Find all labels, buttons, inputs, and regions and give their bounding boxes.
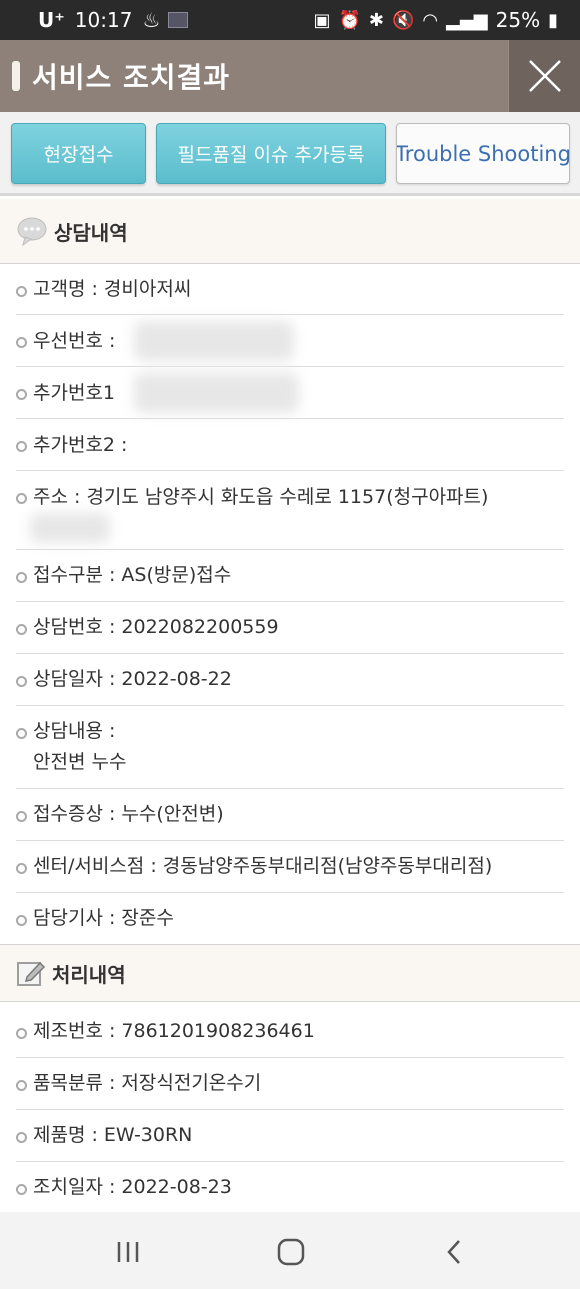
list-item-action-date: 조치일자 : 2022-08-23 (16, 1162, 564, 1212)
back-button[interactable] (434, 1232, 474, 1272)
bullet-icon (16, 1184, 27, 1195)
recent-apps-icon (117, 1242, 139, 1262)
list-item-serial: 제조번호 : 7861201908236461 (16, 1006, 564, 1058)
list-item-extra2: 추가번호2 : (16, 419, 564, 471)
onsite-reception-button[interactable]: 현장접수 (11, 123, 146, 184)
list-item-symptom: 접수증상 : 누수(안전변) (16, 789, 564, 841)
bullet-icon (16, 1028, 27, 1039)
list-item-consult-number: 상담번호 : 2022082200559 (16, 602, 564, 654)
alarm-icon: ⏰ (338, 9, 361, 31)
title-bar: 서비스 조치결과 (0, 40, 580, 112)
consult-number: 상담번호 : 2022082200559 (33, 616, 279, 638)
page-title: 서비스 조치결과 (32, 61, 231, 94)
battery-icon: ▮ (548, 9, 558, 31)
list-item-model: 제품명 : EW-30RN (16, 1110, 564, 1162)
action-date: 조치일자 : 2022-08-23 (33, 1176, 232, 1198)
redacted-phone (134, 321, 294, 361)
bullet-icon (16, 337, 27, 348)
consultation-header-label: 상담내역 (54, 220, 128, 245)
reception-symptom: 접수증상 : 누수(안전변) (33, 803, 224, 825)
list-item-consult-content: 상담내용 : 안전변 누수 (16, 706, 564, 789)
serial-number: 제조번호 : 7861201908236461 (33, 1020, 315, 1042)
bullet-icon (16, 493, 27, 504)
list-item-extra1: 추가번호1 (16, 367, 564, 419)
list-item-category: 품목분류 : 저장식전기온수기 (16, 1058, 564, 1110)
clock: 10:17 (74, 8, 133, 32)
bullet-icon (16, 441, 27, 452)
processing-section-header: 처리내역 (0, 944, 580, 1002)
bullet-icon (16, 1132, 27, 1143)
edit-note-icon (17, 961, 46, 986)
home-icon (277, 1238, 305, 1266)
recent-apps-button[interactable] (108, 1232, 148, 1272)
battery-level: 25% (495, 8, 541, 32)
redacted-address-detail (30, 513, 110, 543)
customer-name: 고객명 : 경비아저씨 (33, 278, 192, 300)
extra-number-2-label: 추가번호2 : (33, 434, 128, 456)
carrier-label: U⁺ (38, 8, 65, 32)
bullet-icon (16, 389, 27, 400)
bullet-icon (16, 915, 27, 926)
extra-number-1-label: 추가번호1 (33, 382, 116, 404)
action-button-row: 현장접수 필드품질 이슈 추가등록 Trouble Shooting (0, 112, 580, 196)
close-icon (528, 60, 561, 92)
product-category: 품목분류 : 저장식전기온수기 (33, 1072, 262, 1094)
bullet-icon (16, 863, 27, 874)
speech-bubble-icon (17, 217, 47, 247)
app-notification-icon (168, 12, 189, 28)
consultation-section-header: 상담내역 (0, 199, 580, 264)
status-bar: U⁺ 10:17 ♨ ▣ ⏰ ✱ 🔇 ◠ ▂▄▆ 25% ▮ (0, 0, 580, 40)
list-item-reception-type: 접수구분 : AS(방문)접수 (16, 550, 564, 602)
bluetooth-icon: ✱ (368, 9, 384, 31)
bullet-icon (16, 572, 27, 583)
product-model: 제품명 : EW-30RN (33, 1124, 193, 1146)
close-button[interactable] (508, 40, 580, 112)
bullet-icon (16, 1080, 27, 1091)
back-icon (447, 1240, 460, 1264)
signal-icon: ▂▄▆ (446, 9, 488, 31)
mute-icon: 🔇 (391, 9, 415, 31)
title-accent (12, 61, 20, 91)
list-item-phone: 우선번호 : (16, 315, 564, 367)
redacted-extra-number-1 (134, 373, 299, 413)
list-item-center: 센터/서비스점 : 경동남양주동부대리점(남양주동부대리점) (16, 841, 564, 893)
bullet-icon (16, 811, 27, 822)
processing-header-label: 처리내역 (52, 962, 126, 987)
bullet-icon (16, 728, 27, 739)
field-quality-issue-button[interactable]: 필드품질 이슈 추가등록 (156, 123, 386, 184)
consult-date: 상담일자 : 2022-08-22 (33, 668, 232, 690)
notification-icon: ♨ (142, 8, 161, 32)
address: 주소 : 경기도 남양주시 화도읍 수레로 1157(청구아파트) (33, 486, 489, 508)
list-item-engineer: 담당기사 : 장준수 (16, 893, 564, 944)
bullet-icon (16, 676, 27, 687)
list-item-address: 주소 : 경기도 남양주시 화도읍 수레로 1157(청구아파트) (16, 471, 564, 550)
wifi-icon: ◠ (422, 9, 439, 31)
phone-label: 우선번호 : (33, 330, 116, 352)
home-button[interactable] (271, 1232, 311, 1272)
bullet-icon (16, 624, 27, 635)
consult-content-label: 상담내용 : (33, 720, 116, 742)
lock-icon: ▣ (313, 9, 331, 31)
service-center: 센터/서비스점 : 경동남양주동부대리점(남양주동부대리점) (33, 855, 493, 877)
bullet-icon (16, 286, 27, 297)
navigation-bar (0, 1212, 580, 1289)
trouble-shooting-button[interactable]: Trouble Shooting (396, 123, 570, 184)
assigned-engineer: 담당기사 : 장준수 (33, 907, 174, 929)
list-item-consult-date: 상담일자 : 2022-08-22 (16, 654, 564, 706)
consult-content-value: 안전변 누수 (33, 751, 127, 773)
reception-type: 접수구분 : AS(방문)접수 (33, 564, 232, 586)
list-item-customer: 고객명 : 경비아저씨 (16, 264, 564, 315)
